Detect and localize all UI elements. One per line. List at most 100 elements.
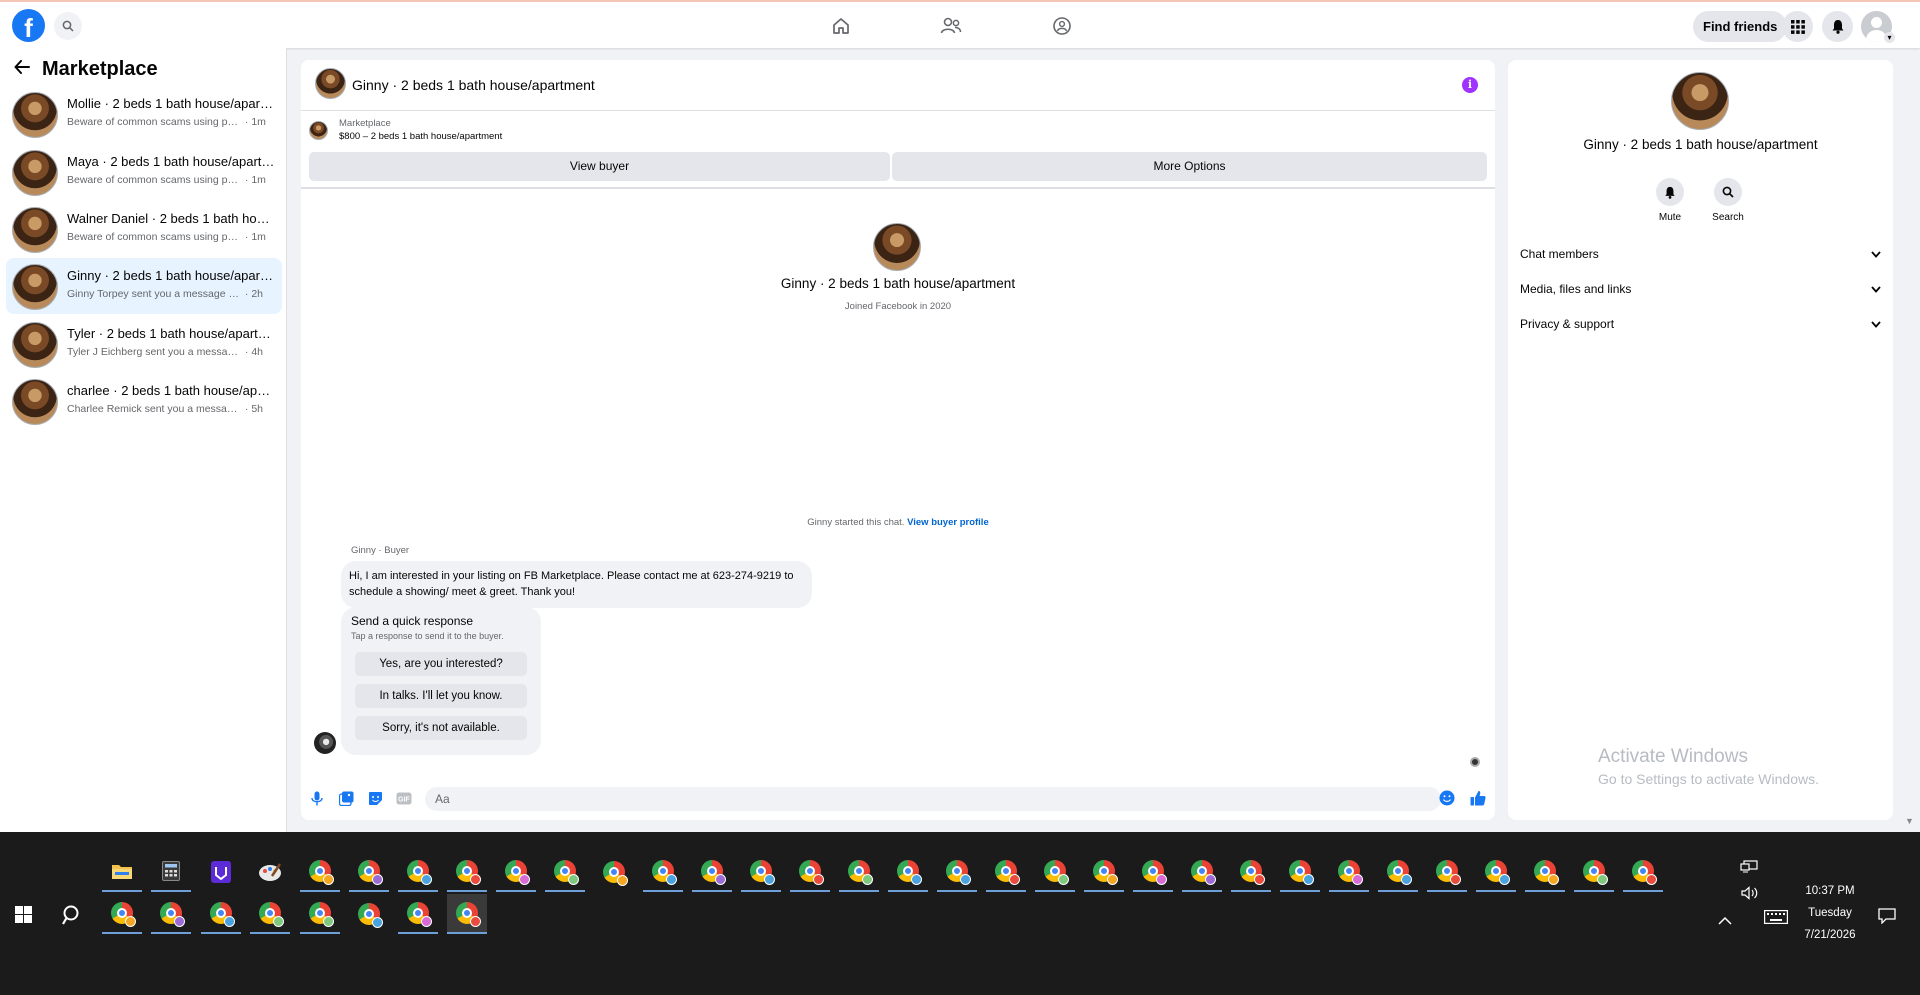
info-icon[interactable]: i — [1462, 77, 1478, 93]
chrome-browser-icon[interactable] — [1427, 852, 1467, 892]
clock-time[interactable]: 10:37 PM — [1790, 885, 1870, 897]
chrome-browser-icon[interactable] — [398, 852, 438, 892]
chrome-browser-icon[interactable] — [349, 894, 389, 934]
chrome-browser-icon[interactable] — [1231, 852, 1271, 892]
windows-start-icon[interactable] — [15, 906, 32, 923]
sender-avatar[interactable] — [314, 732, 336, 754]
chrome-browser-icon[interactable] — [790, 852, 830, 892]
chevron-down-icon — [1871, 242, 1881, 266]
quick-response-card: Send a quick response Tap a response to … — [341, 607, 541, 755]
buyer-profile-thumbnail[interactable] — [873, 223, 921, 271]
purple-app-icon[interactable] — [201, 852, 241, 892]
chrome-browser-icon[interactable] — [741, 852, 781, 892]
listing-banner-thumbnail[interactable] — [309, 121, 328, 140]
chrome-browser-icon[interactable] — [102, 894, 142, 934]
chrome-browser-icon[interactable] — [643, 852, 683, 892]
taskbar-search-icon[interactable] — [62, 904, 84, 931]
emoji-icon[interactable] — [1439, 790, 1455, 806]
chat-started-text: Ginny started this chat. — [807, 517, 905, 528]
chrome-browser-icon[interactable] — [888, 852, 928, 892]
chrome-browser-icon[interactable] — [300, 894, 340, 934]
privacy-support-section[interactable]: Privacy & support — [1520, 312, 1885, 336]
chrome-browser-icon[interactable] — [937, 852, 977, 892]
chrome-browser-icon[interactable] — [1574, 852, 1614, 892]
search-icon[interactable] — [54, 12, 82, 40]
chrome-browser-icon[interactable] — [1035, 852, 1075, 892]
chrome-browser-icon[interactable] — [151, 894, 191, 934]
paint-app-icon[interactable] — [250, 852, 290, 892]
chrome-browser-icon[interactable] — [447, 852, 487, 892]
clock-date[interactable]: 7/21/2026 — [1790, 929, 1870, 941]
chrome-browser-icon[interactable] — [1525, 852, 1565, 892]
chrome-browser-icon[interactable] — [349, 852, 389, 892]
conversation-snippet: Charlee Remick sent you a message about … — [67, 403, 242, 415]
chrome-browser-icon[interactable] — [1623, 852, 1663, 892]
chat-header-thumbnail[interactable] — [315, 68, 346, 99]
conversation-item[interactable]: Maya · 2 beds 1 bath house/apartment Bew… — [6, 144, 282, 200]
message-input[interactable] — [425, 787, 1441, 811]
chat-title[interactable]: Ginny · 2 beds 1 bath house/apartment — [352, 77, 595, 93]
gif-icon[interactable]: GIF — [396, 790, 412, 806]
chat-members-section[interactable]: Chat members — [1520, 242, 1885, 266]
chrome-browser-icon[interactable] — [201, 894, 241, 934]
chrome-browser-icon[interactable] — [300, 852, 340, 892]
media-files-links-section[interactable]: Media, files and links — [1520, 277, 1885, 301]
chrome-browser-icon[interactable] — [545, 852, 585, 892]
microphone-icon[interactable] — [309, 790, 325, 806]
volume-icon[interactable] — [1741, 886, 1759, 905]
desktop-display-icon[interactable] — [1740, 860, 1758, 879]
conversation-item[interactable]: charlee · 2 beds 1 bath house/apartment … — [6, 373, 282, 429]
chrome-browser-icon[interactable] — [250, 894, 290, 934]
chrome-browser-icon[interactable] — [839, 852, 879, 892]
chrome-browser-icon[interactable] — [496, 852, 536, 892]
more-options-button[interactable]: More Options — [892, 152, 1487, 181]
chrome-browser-icon[interactable] — [1084, 852, 1124, 892]
chrome-browser-icon[interactable] — [1280, 852, 1320, 892]
chrome-browser-icon[interactable] — [692, 852, 732, 892]
groups-icon[interactable] — [1048, 12, 1076, 40]
back-arrow-icon[interactable] — [14, 60, 30, 79]
conversation-item-active[interactable]: Ginny · 2 beds 1 bath house/apartment Gi… — [6, 258, 282, 314]
scroll-down-arrow-icon[interactable]: ▼ — [1905, 816, 1914, 826]
menu-grid-icon[interactable] — [1782, 11, 1813, 42]
calculator-icon[interactable] — [151, 852, 191, 892]
chrome-browser-icon[interactable] — [986, 852, 1026, 892]
home-icon[interactable] — [827, 12, 855, 40]
conversation-item[interactable]: Mollie · 2 beds 1 bath house/apartment B… — [6, 86, 282, 142]
chrome-browser-icon[interactable] — [594, 852, 634, 892]
sticker-icon[interactable] — [367, 790, 383, 806]
find-friends-button[interactable]: Find friends — [1693, 11, 1788, 42]
account-caret-icon[interactable]: ▾ — [1884, 32, 1895, 43]
chrome-browser-icon[interactable] — [1133, 852, 1173, 892]
action-center-notification-icon[interactable] — [1878, 908, 1896, 929]
friends-icon[interactable] — [937, 12, 965, 40]
listing-thumbnail — [12, 322, 58, 368]
touch-keyboard-icon[interactable] — [1764, 910, 1788, 929]
chrome-browser-icon[interactable] — [1476, 852, 1516, 892]
conversation-item[interactable]: Tyler · 2 beds 1 bath house/apartment Ty… — [6, 316, 282, 372]
search-label: Search — [1712, 212, 1744, 223]
chrome-browser-icon[interactable] — [1378, 852, 1418, 892]
quick-response-button[interactable]: Sorry, it's not available. — [355, 716, 527, 740]
search-in-conversation-button[interactable]: Search — [1703, 178, 1753, 223]
facebook-logo[interactable]: f — [12, 9, 45, 42]
watermark-subtitle: Go to Settings to activate Windows. — [1598, 771, 1819, 787]
chrome-browser-icon[interactable] — [398, 894, 438, 934]
view-buyer-profile-link[interactable]: View buyer profile — [907, 517, 989, 528]
thumbs-up-icon[interactable] — [1470, 790, 1486, 806]
info-panel-thumbnail[interactable] — [1671, 72, 1729, 130]
listing-price[interactable]: $800 – 2 beds 1 bath house/apartment — [339, 131, 502, 142]
view-buyer-button[interactable]: View buyer — [309, 152, 890, 181]
attach-photo-icon[interactable] — [338, 790, 354, 806]
clock-day[interactable]: Tuesday — [1790, 907, 1870, 919]
chrome-browser-icon-active[interactable] — [447, 894, 487, 934]
quick-response-button[interactable]: In talks. I'll let you know. — [355, 684, 527, 708]
file-explorer-icon[interactable] — [102, 852, 142, 892]
notifications-bell-icon[interactable] — [1822, 11, 1853, 42]
chrome-browser-icon[interactable] — [1329, 852, 1369, 892]
mute-button[interactable]: Mute — [1645, 178, 1695, 223]
show-hidden-icons-chevron-up-icon[interactable] — [1718, 912, 1732, 930]
conversation-item[interactable]: Walner Daniel · 2 beds 1 bath house/apar… — [6, 201, 282, 257]
quick-response-button[interactable]: Yes, are you interested? — [355, 652, 527, 676]
chrome-browser-icon[interactable] — [1182, 852, 1222, 892]
